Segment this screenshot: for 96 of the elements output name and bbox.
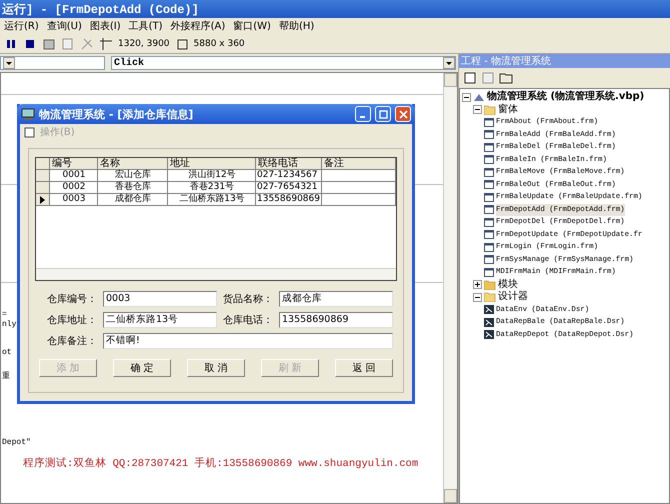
close-icon — [398, 110, 408, 118]
project-icon — [473, 92, 485, 102]
collapse-icon[interactable] — [462, 92, 471, 102]
menu-item[interactable]: 帮助(H) — [278, 19, 314, 33]
column-header[interactable]: 名称 — [98, 158, 168, 169]
table-cell: 二仙桥东路13号 — [168, 194, 256, 205]
folder-toggle-icon[interactable] — [499, 71, 513, 85]
code-line: = — [1, 310, 7, 320]
dropdown-icon[interactable] — [3, 57, 15, 69]
dialog-button[interactable]: 取 消 — [187, 359, 245, 377]
designer-icon — [484, 318, 494, 327]
collapse-icon[interactable] — [473, 105, 482, 114]
toolbox-icon[interactable] — [42, 36, 56, 50]
scrollbar[interactable] — [443, 73, 457, 503]
dialog-button[interactable]: 确 定 — [113, 359, 171, 377]
view-code-icon[interactable] — [463, 71, 477, 85]
expand-icon[interactable] — [473, 280, 482, 290]
position-text: 1320, 3900 — [118, 38, 170, 48]
form-icon — [484, 155, 494, 164]
row-header[interactable] — [36, 194, 50, 205]
table-cell: 027-7654321 — [256, 182, 322, 193]
field-label: 仓库电话： — [223, 314, 273, 327]
form-icon — [484, 268, 494, 277]
table-cell: 13558690869 — [256, 194, 322, 205]
menu-item[interactable]: 外接程序(A) — [170, 19, 226, 33]
scrollbar[interactable] — [36, 268, 396, 280]
form-icon — [484, 118, 494, 127]
table-cell: 宏山仓库 — [98, 170, 168, 181]
designer-icon — [484, 330, 494, 340]
tree-item[interactable]: 模块 — [498, 278, 518, 291]
form-icon — [484, 205, 494, 214]
folder-icon — [484, 292, 496, 302]
procedure-combo[interactable]: Click — [111, 56, 456, 70]
input-field[interactable]: 13558690869 — [279, 312, 393, 328]
input-field[interactable]: 0003 — [103, 291, 217, 307]
table-cell: 0001 — [50, 170, 98, 181]
field-label: 货品名称： — [223, 293, 273, 306]
collapse-icon[interactable] — [473, 292, 482, 302]
code-line: Depot" — [1, 438, 31, 448]
size-text: 5880 x 360 — [194, 38, 245, 48]
table-cell: 0002 — [50, 182, 98, 193]
form-icon — [484, 230, 494, 240]
size-icon — [174, 36, 189, 50]
table-cell: 洪山街12号 — [168, 170, 256, 181]
table-cell: 027-1234567 — [256, 170, 322, 181]
column-header[interactable]: 联络电话 — [256, 158, 322, 169]
form-icon — [484, 192, 494, 202]
form-icon — [484, 168, 494, 177]
field-label: 仓库地址： — [47, 314, 97, 327]
column-header[interactable]: 备注 — [322, 158, 396, 169]
code-line: 重 — [1, 372, 10, 382]
form-icon — [24, 126, 36, 138]
dropdown-icon[interactable] — [443, 57, 455, 69]
table-cell: 香巷231号 — [168, 182, 256, 193]
menu-item[interactable]: 运行(R) — [4, 19, 39, 33]
current-row-icon — [40, 196, 45, 204]
column-header[interactable]: 编号 — [50, 158, 98, 169]
folder-icon — [484, 104, 496, 115]
form-icon — [484, 255, 494, 264]
close-button[interactable] — [395, 106, 411, 122]
dialog-button[interactable]: 返 回 — [335, 359, 393, 377]
field-label: 仓库备注： — [47, 334, 97, 348]
tree-item[interactable]: 窗体 — [498, 104, 518, 116]
form-icon — [484, 218, 494, 227]
tree-item[interactable]: 设计器 — [498, 291, 528, 304]
properties-icon[interactable] — [61, 36, 75, 50]
menu-item[interactable]: 图表(I) — [90, 19, 121, 33]
maximize-button[interactable] — [375, 106, 391, 122]
menu-item[interactable]: 工具(T) — [128, 19, 163, 33]
form-icon — [484, 142, 494, 152]
folder-icon — [484, 280, 496, 290]
table-cell: 香巷仓库 — [98, 182, 168, 193]
panel-title: 工程 - 物流管理系统 — [459, 54, 670, 68]
column-header[interactable]: 地址 — [168, 158, 256, 169]
form-icon — [484, 242, 494, 252]
form-icon — [484, 180, 494, 190]
table-cell: 成都仓库 — [98, 194, 168, 205]
form-icon — [484, 130, 494, 140]
computer-icon — [21, 108, 35, 120]
credit-text: 程序测试:双鱼林 QQ:287307421 手机:13558690869 www.shuangyulin.com — [22, 456, 418, 470]
designer-icon — [484, 305, 494, 314]
field-label: 仓库编号： — [47, 292, 97, 306]
input-field[interactable]: 二仙桥东路13号 — [103, 312, 217, 328]
input-field[interactable]: 不错啊! — [103, 333, 393, 349]
minimize-button[interactable] — [355, 106, 371, 122]
menu-item[interactable]: 查询(U) — [46, 19, 82, 33]
input-field[interactable]: 成都仓库 — [279, 291, 393, 307]
dialog-title: 物流管理系统 - [添加仓库信息] — [39, 106, 194, 122]
menu-item[interactable]: 窗口(W) — [233, 19, 271, 33]
tree-item[interactable]: 物流管理系统 (物流管理系统.vbp) — [487, 91, 644, 104]
window-title: 运行] - [FrmDepotAdd (Code)] — [0, 0, 670, 18]
code-line: nly — [1, 320, 16, 330]
table-cell: 0003 — [50, 194, 98, 205]
maximize-icon — [378, 110, 388, 118]
position-icon — [99, 36, 113, 50]
code-line: ot — [1, 348, 12, 358]
